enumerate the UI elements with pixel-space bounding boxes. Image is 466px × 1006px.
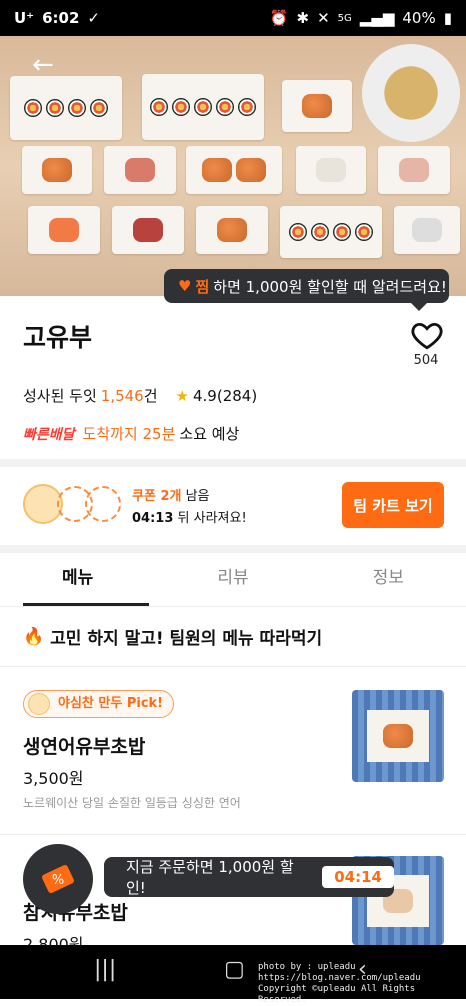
section-divider (0, 545, 466, 553)
coupon-ticket-icon: % (42, 865, 74, 893)
svg-text:%: % (52, 873, 64, 888)
store-tabs: 메뉴 리뷰 정보 (0, 553, 466, 607)
rating: 4.9(284) (193, 386, 258, 405)
watermark-line: Copyright ©upleadu All Rights Reserved. (258, 984, 416, 1005)
tab-info[interactable]: 정보 (311, 553, 466, 606)
team-cart-button[interactable]: 팀 카트 보기 (342, 482, 444, 528)
coupon-timer: 04:13 (132, 511, 174, 526)
sold-label: 성사된 두잇 (23, 387, 97, 405)
watermark-line: https://blog.naver.com/upleadu (258, 973, 421, 983)
store-name: 고유부 (23, 323, 93, 352)
inari-plate (104, 146, 176, 194)
sold-unit: 건 (143, 387, 158, 405)
home-icon[interactable]: ▢ (224, 957, 245, 982)
battery-label: 40% (402, 9, 436, 27)
udon-bowl (362, 44, 460, 142)
divider-line (0, 834, 466, 835)
store-stats: 성사된 두잇 1,546 건 ★ 4.9(284) (23, 385, 257, 406)
menu-price: 3,500원 (23, 769, 84, 788)
tooltip-prefix: 찜 (195, 277, 210, 296)
menu-name: 생연어유부초밥 (23, 736, 146, 758)
photo-watermark: photo by : upleadu https://blog.naver.co… (258, 962, 462, 1006)
menu-thumbnail (352, 690, 444, 782)
clock: 6:02 (42, 9, 80, 27)
coupon-ticket-button[interactable]: % (23, 844, 93, 914)
bluetooth-icon: ✱ (296, 9, 310, 27)
discount-banner[interactable]: 지금 주문하면 1,000원 할인! 04:14 (104, 857, 394, 897)
member-pick-badge: 야심찬 만두 Pick! (23, 690, 175, 718)
heart-outline-icon[interactable] (410, 318, 444, 352)
inari-plate (22, 146, 92, 194)
heart-filled-icon: ♥ (178, 277, 192, 295)
inari-plate (28, 206, 100, 254)
inari-plate (112, 206, 184, 254)
recent-apps-icon[interactable]: ||| (94, 957, 116, 982)
section-divider (0, 459, 466, 467)
alarm-icon: ⏰ (269, 9, 289, 27)
discount-timer: 04:14 (322, 866, 394, 888)
inari-plate (296, 146, 366, 194)
fire-icon: 🔥 (23, 626, 45, 647)
gimbap-plate (10, 76, 122, 140)
like-count: 504 (413, 353, 439, 368)
coupon-count: 쿠폰 2개 (132, 489, 182, 504)
gimbap-plate (280, 206, 382, 258)
section-title-text: 고민 하지 말고! 팀원의 메뉴 따라먹기 (50, 629, 323, 649)
carrier-label: U⁺ (14, 9, 35, 27)
app-notification-icon: ✓ (87, 9, 100, 27)
inari-plate (282, 80, 352, 132)
back-arrow-icon[interactable]: ← (32, 52, 60, 80)
store-hero-image (0, 36, 466, 296)
signal-icon: ▂▄▆ (359, 9, 395, 27)
menu-description: 노르웨이산 당일 손질한 일등급 싱싱한 연어 (23, 796, 241, 810)
fast-delivery-badge: 빠른배달 (23, 426, 75, 443)
network-5g-icon: 5G (337, 12, 352, 24)
star-icon: ★ (175, 386, 189, 405)
tab-menu[interactable]: 메뉴 (0, 553, 155, 606)
inari-plate (378, 146, 450, 194)
mute-icon: ✕ (317, 9, 330, 27)
active-tab-indicator (23, 603, 149, 606)
delivery-time: 도착까지 25분 (82, 425, 176, 443)
inari-plate (394, 206, 460, 254)
inari-plate (186, 146, 282, 194)
coupon-info: 쿠폰 2개 남음 04:13 뒤 사라져요! (132, 486, 247, 530)
menu-item[interactable]: 야심찬 만두 Pick! 생연어유부초밥 3,500원 노르웨이산 당일 손질한… (0, 690, 466, 820)
tooltip-text: 하면 1,000원 할인할 때 알려드려요! (213, 277, 447, 296)
section-title: 🔥 고민 하지 말고! 팀원의 메뉴 따라먹기 (23, 624, 323, 650)
divider-line (0, 666, 466, 667)
inari-plate (196, 206, 268, 254)
pick-label: 야심찬 만두 Pick! (58, 696, 164, 711)
watermark-line: photo by : upleadu (258, 962, 356, 972)
tab-review[interactable]: 리뷰 (155, 553, 310, 606)
delivery-suffix: 소요 예상 (179, 425, 240, 443)
delivery-info: 빠른배달 도착까지 25분 소요 예상 (23, 423, 239, 444)
coupon-suffix: 남음 (185, 489, 210, 504)
sold-count: 1,546 (100, 386, 144, 405)
team-members (23, 484, 121, 526)
battery-icon: ▮ (443, 9, 452, 27)
hamster-avatar (28, 693, 50, 715)
discount-banner-text: 지금 주문하면 1,000원 할인! (126, 858, 294, 897)
status-bar: U⁺ 6:02 ✓ ⏰ ✱ ✕ 5G ▂▄▆ 40% ▮ (0, 0, 466, 36)
empty-member-slot (85, 486, 121, 522)
gimbap-plate (142, 74, 264, 140)
like-discount-tooltip: ♥ 찜 하면 1,000원 할인할 때 알려드려요! (164, 269, 449, 311)
coupon-timer-suffix: 뒤 사라져요! (177, 511, 247, 526)
